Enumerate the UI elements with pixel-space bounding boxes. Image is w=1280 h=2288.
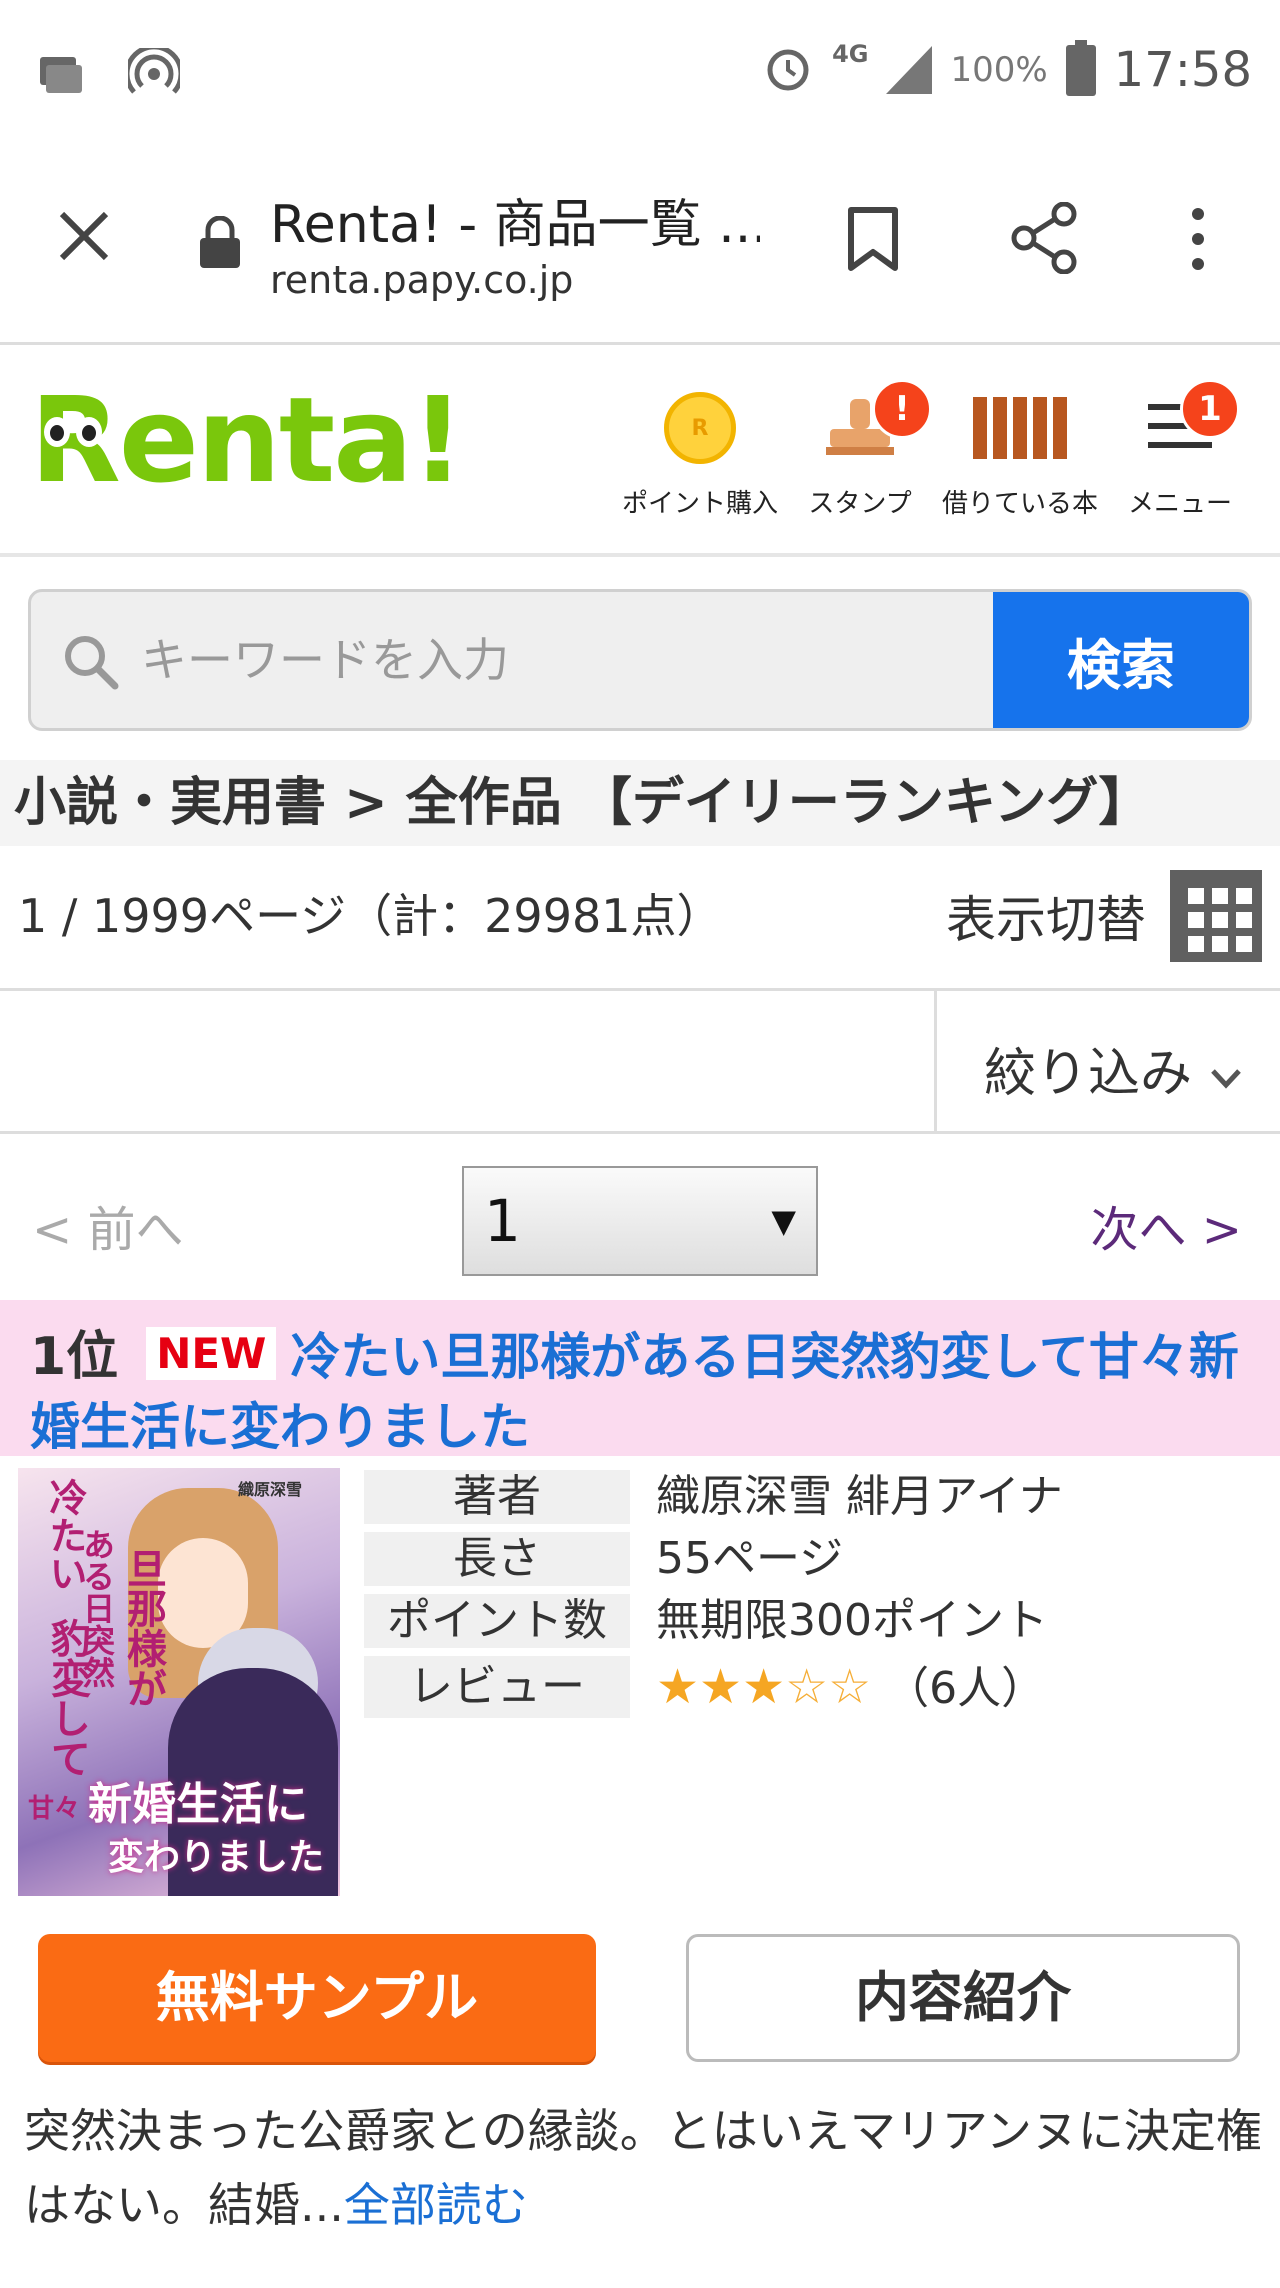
coin-icon: R — [664, 392, 736, 464]
star-filled-icon: ★ — [699, 1659, 743, 1715]
search-icon — [61, 632, 121, 696]
bookmark-icon[interactable] — [846, 206, 900, 276]
chevron-down-icon — [1209, 1044, 1243, 1104]
detail-label: 長さ — [364, 1532, 630, 1586]
more-options-icon[interactable] — [1186, 206, 1210, 276]
network-type: 4G — [832, 40, 869, 68]
close-icon[interactable] — [54, 206, 114, 270]
divider — [934, 991, 937, 1131]
battery-percent: 100% — [950, 50, 1048, 90]
cover-title-line: 豹変して — [44, 1618, 91, 1778]
points-value: 無期限300ポイント — [656, 1595, 1048, 1646]
grid-view-icon[interactable] — [1170, 870, 1262, 962]
star-filled-icon: ★ — [742, 1659, 786, 1715]
nav-menu[interactable]: 1 メニュー — [1100, 379, 1260, 520]
detail-label: レビュー — [364, 1656, 630, 1718]
filter-label: 絞り込み — [984, 1044, 1193, 1104]
nav-label: ポイント購入 — [621, 489, 778, 519]
nav-stamp[interactable]: ! スタンプ — [780, 379, 940, 520]
page-title: Renta! - 商品一覧 ... — [270, 195, 760, 255]
nav-borrowed-books[interactable]: 借りている本 — [940, 383, 1100, 520]
cover-author: 織原深雪 — [238, 1480, 303, 1499]
read-more-link[interactable]: 全部読む — [344, 2178, 528, 2232]
star-filled-icon: ★ — [656, 1659, 700, 1715]
detail-label: 著者 — [364, 1470, 630, 1524]
stamp-alert-badge: ! — [872, 379, 932, 439]
nav-label: スタンプ — [808, 489, 912, 519]
detail-row-points: ポイント数 無期限300ポイント — [364, 1594, 1063, 1648]
page-select[interactable]: 1 ▼ — [462, 1166, 818, 1276]
page-select-value: 1 — [484, 1187, 521, 1255]
browser-toolbar: Renta! - 商品一覧 ... renta.papy.co.jp — [0, 140, 1280, 345]
dropdown-arrow-icon: ▼ — [771, 1202, 796, 1240]
cover-title-line: 新婚生活に — [88, 1779, 308, 1830]
site-header: Renta! R ポイント購入 ! スタンプ 借りている本 1 メニュー — [0, 345, 1280, 557]
lock-icon — [198, 215, 242, 272]
description-text: 突然決まった公爵家との縁談。とはいえマリアンヌに決定権はない。結婚... — [24, 2104, 1262, 2232]
new-badge: NEW — [146, 1327, 277, 1380]
detail-row-review: レビュー ★★★☆☆ （6人） — [364, 1656, 1063, 1718]
logo-eyes — [44, 417, 102, 447]
signal-icon — [886, 42, 933, 98]
rank-number: 1位 — [30, 1327, 119, 1387]
search-input[interactable] — [141, 592, 1001, 728]
nav-point-purchase[interactable]: R ポイント購入 — [620, 383, 780, 520]
detail-label: ポイント数 — [364, 1594, 630, 1648]
nav-label: メニュー — [1127, 489, 1232, 519]
books-icon — [973, 397, 1067, 459]
clock-time: 17:58 — [1113, 42, 1252, 98]
menu-count-badge: 1 — [1180, 379, 1240, 439]
cover-title-line: 変わりました — [108, 1836, 325, 1878]
hotspot-icon — [124, 44, 184, 104]
free-sample-button[interactable]: 無料サンプル — [38, 1934, 596, 2062]
length-value: 55ページ — [656, 1533, 844, 1584]
status-bar: 4G 100% 17:58 — [0, 0, 1280, 140]
filter-bar: 絞り込み — [0, 988, 1280, 1134]
share-icon[interactable] — [1010, 201, 1080, 278]
view-toggle-label: 表示切替 — [946, 891, 1146, 949]
prev-page-link[interactable]: < 前へ — [32, 1190, 183, 1260]
star-empty-icon: ☆ — [828, 1659, 872, 1715]
next-page-link[interactable]: 次へ > — [1091, 1190, 1242, 1260]
star-empty-icon: ☆ — [785, 1659, 829, 1715]
review-count: （6人） — [885, 1663, 1046, 1714]
search-bar: 検索 — [28, 589, 1252, 731]
item-description: 突然決まった公爵家との縁談。とはいえマリアンヌに決定権はない。結婚...全部読む — [24, 2094, 1264, 2242]
detail-row-author: 著者 織原深雪 緋月アイナ — [364, 1470, 1063, 1524]
cover-title-line: 甘々 — [28, 1794, 81, 1824]
item-details: 著者 織原深雪 緋月アイナ 長さ 55ページ ポイント数 無期限300ポイント … — [364, 1470, 1063, 1726]
page-url[interactable]: renta.papy.co.jp — [270, 258, 573, 302]
battery-icon — [1065, 40, 1096, 100]
filter-dropdown[interactable]: 絞り込み — [984, 1031, 1243, 1106]
author-value[interactable]: 織原深雪 緋月アイナ — [630, 1470, 1063, 1524]
nav-label: 借りている本 — [941, 489, 1098, 519]
page-count: 1 / 1999ページ（計：29981点） — [18, 889, 723, 943]
detail-row-length: 長さ 55ページ — [364, 1532, 1063, 1586]
review-value[interactable]: ★★★☆☆ （6人） — [630, 1656, 1045, 1718]
breadcrumb: 小説・実用書 > 全作品 【デイリーランキング】 — [0, 760, 1280, 846]
photo-icon — [36, 51, 88, 101]
content-intro-button[interactable]: 内容紹介 — [686, 1934, 1240, 2062]
cover-title-line: 旦那様が — [120, 1548, 167, 1708]
ranking-item-header: 1位 NEW 冷たい旦那様がある日突然豹変して甘々新婚生活に変わりました — [0, 1300, 1280, 1456]
alarm-icon — [762, 42, 814, 98]
pagination: < 前へ 1 ▼ 次へ > — [0, 1160, 1280, 1280]
book-cover[interactable]: 冷たい 旦那様が ある日突然 豹変して 甘々 新婚生活に 変わりました 織原深雪 — [18, 1468, 340, 1896]
rating-stars: ★★★☆☆ — [656, 1659, 871, 1715]
search-button[interactable]: 検索 — [993, 592, 1249, 728]
